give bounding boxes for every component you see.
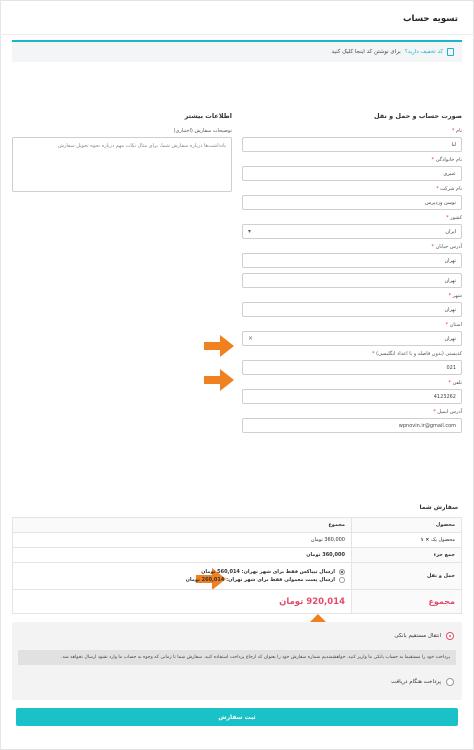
city-input[interactable]: تهران [242, 302, 462, 317]
state-select[interactable]: تهران × [242, 331, 462, 346]
order-table: محصول مجموع محصول یک × ۱ 360,000 تومان ج… [12, 517, 462, 614]
country-label: کشور [450, 215, 462, 221]
email-label: آدرس ایمیل [437, 409, 462, 415]
street-field: آدرس خیابان * تهران [242, 244, 462, 268]
first-name-label: نام [455, 128, 462, 134]
billing-heading: صورت حساب و حمل و نقل [373, 112, 462, 120]
payment-option-cod[interactable]: پرداخت هنگام دریافت [391, 678, 454, 686]
col-total: مجموع [12, 517, 352, 533]
payment-option-bacs[interactable]: انتقال مستقیم بانکی [394, 632, 454, 640]
payment-option-label: انتقال مستقیم بانکی [394, 633, 441, 639]
divider [0, 34, 474, 35]
place-order-button[interactable]: ثبت سفارش [16, 708, 458, 726]
chevron-down-icon: ▾ [248, 228, 252, 235]
first-name-field: نام * لنا [242, 128, 462, 152]
required-mark: * [445, 322, 449, 328]
payment-methods: انتقال مستقیم بانکی پرداخت خود را مستقیم… [12, 622, 462, 700]
radio-icon[interactable] [339, 569, 345, 575]
shipping-option-label: ارسال تیپاکس فقط برای شهر تهران: 560,014… [201, 569, 335, 575]
radio-icon[interactable] [339, 577, 345, 583]
total-label: مجموع [428, 597, 455, 606]
subtotal-row: جمع جزء 360,000 تومان [12, 547, 462, 563]
payment-description: پرداخت خود را مستقیما به حساب بانکی ما و… [18, 650, 456, 665]
phone-input[interactable]: 4123262 [242, 389, 462, 404]
email-input[interactable]: wpnovin.ir@gmail.com [242, 418, 462, 433]
required-mark: * [446, 215, 449, 221]
shipping-option-label: ارسال پست معمولی فقط برای شهر تهران: 260… [185, 577, 335, 583]
required-mark: * [431, 244, 434, 250]
shipping-label: حمل و نقل [351, 562, 462, 590]
last-name-label: نام خانوادگی [435, 157, 462, 163]
country-value: ایران [445, 228, 456, 235]
required-mark: * [448, 293, 452, 299]
last-name-input[interactable]: عنبری [242, 166, 462, 181]
billing-section: صورت حساب و حمل و نقل نام * لنا نام خانو… [242, 112, 462, 438]
company-field: نام شرکت * توسن وردپرس [242, 186, 462, 210]
clear-icon[interactable]: × [248, 335, 253, 342]
item-name: محصول یک [431, 537, 455, 543]
table-header-row: محصول مجموع [12, 517, 462, 533]
total-value-cell: 920,014 تومان [12, 589, 352, 614]
postcode-label: کدپستی (بدون فاصله و با اعداد انگلیسی) [376, 351, 462, 357]
additional-section: اطلاعات بیشتر توضیحات سفارش (اختیاری) یا… [12, 112, 232, 197]
coupon-notice: کد تخفیف دارید؟ برای نوشتن کد اینجا کلیک… [12, 40, 462, 62]
postcode-field: کدپستی (بدون فاصله و با اعداد انگلیسی) *… [242, 351, 462, 375]
company-label: نام شرکت [440, 186, 462, 192]
order-title: سفارش شما [419, 504, 458, 511]
state-label: استان [449, 322, 462, 328]
subtotal-label: جمع جزء [351, 547, 462, 563]
phone-label: تلفن [452, 380, 462, 386]
coupon-icon [447, 48, 454, 56]
required-mark: * [372, 351, 375, 357]
country-select[interactable]: ایران ▾ [242, 224, 462, 239]
state-field: استان * تهران × [242, 322, 462, 346]
phone-field: تلفن * 4123262 [242, 380, 462, 404]
required-mark: * [448, 380, 452, 386]
last-name-field: نام خانوادگی * عنبری [242, 157, 462, 181]
required-mark: * [451, 128, 455, 134]
required-mark: * [431, 157, 435, 163]
city-label: شهر [452, 293, 462, 299]
radio-icon[interactable] [446, 678, 454, 686]
radio-icon[interactable] [446, 632, 454, 640]
table-row: محصول یک × ۱ 360,000 تومان [12, 532, 462, 548]
state-value: تهران [444, 335, 456, 342]
coupon-link[interactable]: برای نوشتن کد اینجا کلیک کنید [332, 49, 401, 55]
shipping-options: ارسال تیپاکس فقط برای شهر تهران: 560,014… [12, 562, 352, 590]
shipping-row: حمل و نقل ارسال تیپاکس فقط برای شهر تهرا… [12, 562, 462, 590]
required-mark: * [436, 186, 439, 192]
page-title: تسویه حساب [403, 14, 458, 24]
email-field: آدرس ایمیل * wpnovin.ir@gmail.com [242, 409, 462, 433]
country-field: کشور * ایران ▾ [242, 215, 462, 239]
total-label-cell: مجموع [351, 589, 462, 614]
shipping-option-post[interactable]: ارسال پست معمولی فقط برای شهر تهران: 260… [19, 577, 345, 583]
total-value: 920,014 تومان [279, 596, 345, 607]
company-input[interactable]: توسن وردپرس [242, 195, 462, 210]
item-cell: محصول یک × ۱ [351, 532, 462, 548]
coupon-question: کد تخفیف دارید؟ [404, 49, 443, 55]
city-field: شهر * تهران [242, 293, 462, 317]
shipping-option-tipax[interactable]: ارسال تیپاکس فقط برای شهر تهران: 560,014… [19, 569, 345, 575]
street2-field: تهران [242, 273, 462, 288]
arrow-icon [204, 369, 234, 391]
street-input[interactable]: تهران [242, 253, 462, 268]
item-total: 360,000 تومان [12, 532, 352, 548]
subtotal-value: 360,000 تومان [12, 547, 352, 563]
required-mark: * [433, 409, 436, 415]
total-row: مجموع 920,014 تومان [12, 589, 462, 614]
notes-label: توضیحات سفارش (اختیاری) [173, 128, 232, 134]
additional-heading: اطلاعات بیشتر [184, 112, 232, 120]
notes-field: توضیحات سفارش (اختیاری) یادداشت‌ها دربار… [12, 128, 232, 192]
first-name-input[interactable]: لنا [242, 137, 462, 152]
notes-textarea[interactable]: یادداشت‌ها درباره سفارش شما، برای مثال ن… [12, 137, 232, 192]
arrow-icon [204, 335, 234, 357]
payment-option-label: پرداخت هنگام دریافت [391, 679, 441, 685]
street2-input[interactable]: تهران [242, 273, 462, 288]
item-qty: × ۱ [420, 537, 430, 543]
col-product: محصول [351, 517, 462, 533]
postcode-input[interactable]: 021 [242, 360, 462, 375]
street-label: آدرس خیابان [435, 244, 462, 250]
